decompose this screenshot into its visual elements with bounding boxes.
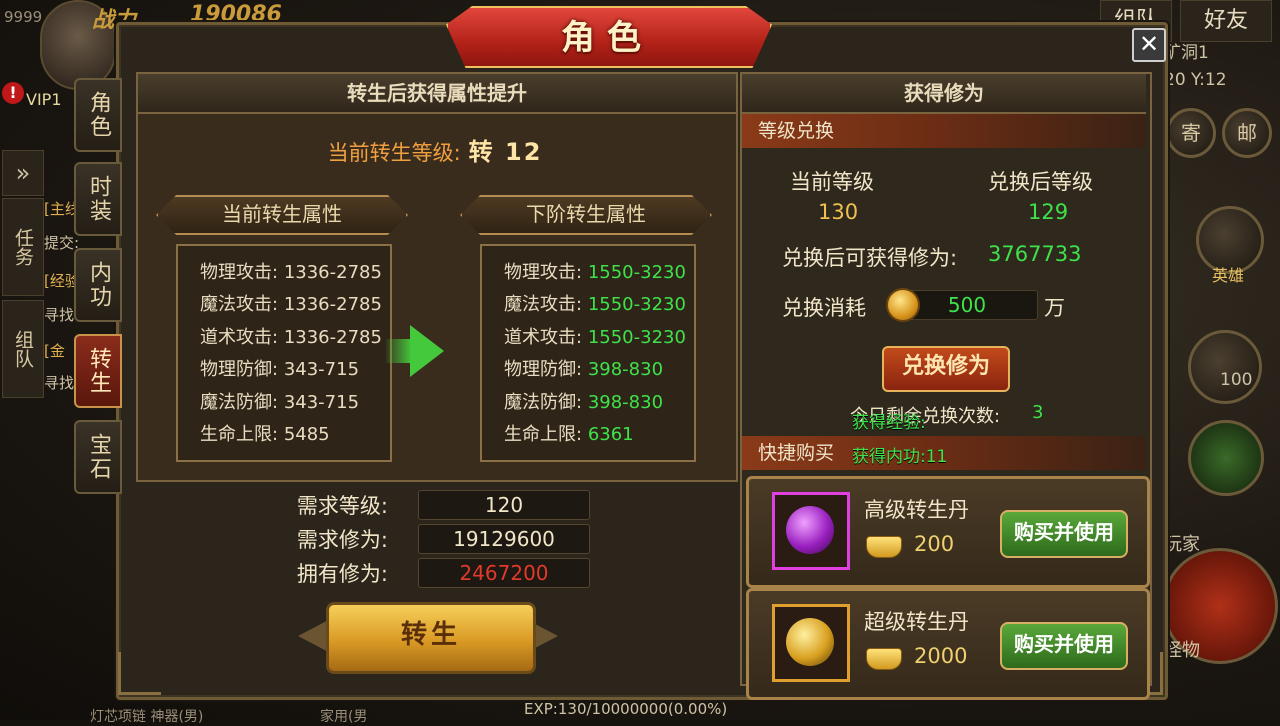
float-neigong-text: 获得内功:11 xyxy=(852,447,948,467)
own-cultivation-value: 2467200 xyxy=(418,558,590,588)
skill-slot-button[interactable] xyxy=(1188,420,1264,496)
bottom-text: 灯芯项链 神器(男) xyxy=(90,709,204,725)
buy-and-use-button[interactable]: 购买并使用 xyxy=(1000,622,1128,670)
next-attr-title: 下阶转生属性 xyxy=(460,195,712,235)
exp-bar-text: EXP:130/10000000(0.00%) xyxy=(524,700,728,718)
coin-icon xyxy=(886,288,920,322)
attr-row: 魔法攻击: 1550-3230 xyxy=(504,294,686,315)
req-level-value: 120 xyxy=(418,490,590,520)
rebirth-header: 转生后获得属性提升 xyxy=(138,74,736,114)
tab-neigong[interactable]: 内功 xyxy=(74,248,122,322)
attr-row: 生命上限: 6361 xyxy=(504,424,634,445)
own-cultivation-label: 拥有修为: xyxy=(296,562,388,586)
attr-row: 生命上限: 5485 xyxy=(200,424,330,445)
float-exp-text: 获得经验: xyxy=(852,413,926,433)
attr-row: 物理防御: 343-715 xyxy=(200,359,360,380)
team-side-tab[interactable]: 组队 xyxy=(2,300,44,398)
remaining-value: 3 xyxy=(1032,402,1044,423)
cost-label: 兑换消耗 xyxy=(782,296,866,320)
gain-label: 兑换后可获得修为: xyxy=(782,246,958,270)
current-attr-box: 物理攻击: 1336-2785 魔法攻击: 1336-2785 道术攻击: 13… xyxy=(176,244,392,462)
quest-line: 提交: xyxy=(44,234,80,252)
level-badge: 9999 xyxy=(4,8,43,26)
expand-arrow-icon[interactable]: » xyxy=(2,150,44,196)
gold-pill-icon xyxy=(786,618,834,666)
item-name: 高级转生丹 xyxy=(864,498,969,522)
next-attr-box: 物理攻击: 1550-3230 魔法攻击: 1550-3230 道术攻击: 15… xyxy=(480,244,696,462)
current-level-label: 当前等级 xyxy=(790,170,874,194)
close-button[interactable]: ✕ xyxy=(1132,28,1166,62)
cultivation-header: 获得修为 xyxy=(742,74,1146,114)
dialog-title: 角色 xyxy=(561,18,653,58)
req-cultivation-value: 19129600 xyxy=(418,524,590,554)
arrow-icon xyxy=(386,339,412,363)
after-level-label: 兑换后等级 xyxy=(988,170,1093,194)
current-level-value: 130 xyxy=(818,200,859,224)
attr-row: 道术攻击: 1550-3230 xyxy=(504,327,686,348)
quest-line: 寻找 xyxy=(44,306,75,324)
player-label: 玩家 xyxy=(1164,534,1200,555)
arrow-right-icon xyxy=(410,325,444,377)
monster-label: 怪物 xyxy=(1164,640,1200,661)
mail-send-button[interactable]: 寄 xyxy=(1166,108,1216,158)
attr-row: 魔法攻击: 1336-2785 xyxy=(200,294,382,315)
gold-ingot-icon xyxy=(866,536,902,558)
gain-value: 3767733 xyxy=(988,242,1082,266)
level-exchange-bar: 等级兑换 xyxy=(742,114,1146,148)
purple-pill-icon xyxy=(786,506,834,554)
mail-button[interactable]: 邮 xyxy=(1222,108,1272,158)
vip-badge[interactable]: VIP1 xyxy=(26,90,62,109)
gold-ingot-icon xyxy=(866,648,902,670)
map-name: 矿洞1 xyxy=(1164,43,1209,63)
tab-character[interactable]: 角色 xyxy=(74,78,122,152)
corner-ornament xyxy=(118,652,161,695)
rebirth-button[interactable]: 转生 xyxy=(326,602,536,674)
tab-fashion[interactable]: 时装 xyxy=(74,162,122,236)
buy-and-use-button[interactable]: 购买并使用 xyxy=(1000,510,1128,558)
attr-row: 物理攻击: 1550-3230 xyxy=(504,262,686,283)
attr-row: 道术攻击: 1336-2785 xyxy=(200,327,382,348)
req-cultivation-label: 需求修为: xyxy=(296,528,388,552)
rebirth-level-label: 当前转生等级: xyxy=(327,141,461,165)
rebirth-level-value: 转 12 xyxy=(468,138,543,166)
skill-count: 100 xyxy=(1220,370,1253,390)
current-attr-title: 当前转生属性 xyxy=(156,195,408,235)
tab-rebirth[interactable]: 转生 xyxy=(74,334,122,408)
exchange-cultivation-button[interactable]: 兑换修为 xyxy=(882,346,1010,392)
friend-top-tab[interactable]: 好友 xyxy=(1180,0,1272,42)
item-price: 200 xyxy=(914,532,955,556)
tab-gem[interactable]: 宝石 xyxy=(74,420,122,494)
cost-unit: 万 xyxy=(1044,296,1065,320)
alert-icon[interactable]: ! xyxy=(2,82,24,104)
quest-line: [金 xyxy=(44,342,65,360)
bottom-text: 家用(男 xyxy=(320,709,368,725)
req-level-label: 需求等级: xyxy=(296,494,388,518)
item-name: 超级转生丹 xyxy=(864,610,969,634)
quest-side-tab[interactable]: 任务 xyxy=(2,198,44,296)
map-coords: 20 Y:12 xyxy=(1164,70,1227,90)
attr-row: 魔法防御: 343-715 xyxy=(200,392,360,413)
quest-line: 寻找 xyxy=(44,374,75,392)
rebirth-level-row: 当前转生等级: 转 12 xyxy=(136,130,734,174)
attr-row: 物理防御: 398-830 xyxy=(504,359,664,380)
item-price: 2000 xyxy=(914,644,968,668)
skill-slot-button[interactable] xyxy=(1188,330,1262,404)
attr-row: 物理攻击: 1336-2785 xyxy=(200,262,382,283)
after-level-value: 129 xyxy=(1028,200,1069,224)
attr-row: 魔法防御: 398-830 xyxy=(504,392,664,413)
hero-label: 英雄 xyxy=(1212,266,1245,285)
